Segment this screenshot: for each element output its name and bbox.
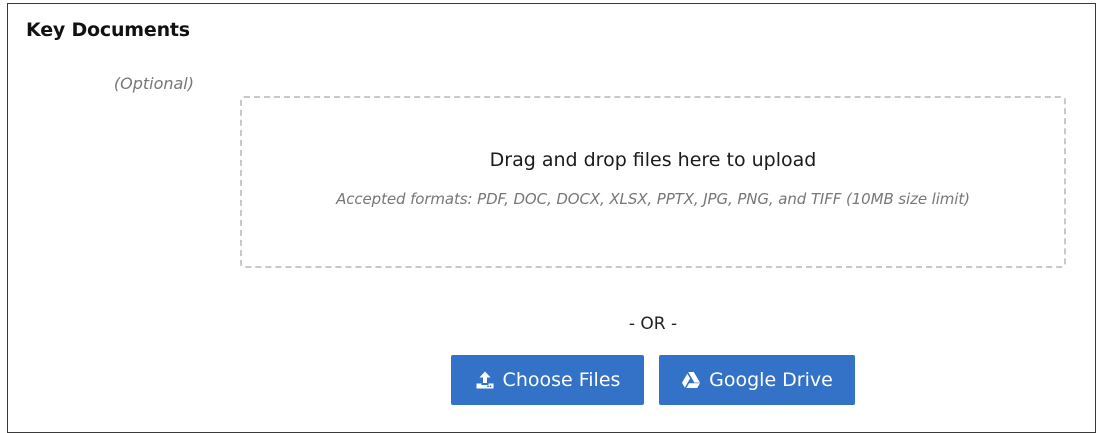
choose-files-button[interactable]: Choose Files — [451, 355, 644, 405]
google-drive-button[interactable]: Google Drive — [659, 355, 855, 405]
or-divider: - OR - — [628, 314, 678, 334]
section-title: Key Documents — [26, 19, 190, 41]
optional-label: (Optional) — [113, 74, 194, 93]
choose-files-label: Choose Files — [502, 369, 621, 391]
key-documents-panel: Key Documents (Optional) Drag and drop f… — [7, 3, 1096, 433]
accepted-formats-text: Accepted formats: PDF, DOC, DOCX, XLSX, … — [336, 190, 970, 208]
google-drive-label: Google Drive — [709, 369, 833, 391]
google-drive-icon — [681, 370, 701, 390]
dropzone-title: Drag and drop files here to upload — [489, 149, 817, 171]
file-dropzone[interactable]: Drag and drop files here to upload Accep… — [240, 96, 1066, 268]
upload-icon — [475, 370, 495, 390]
